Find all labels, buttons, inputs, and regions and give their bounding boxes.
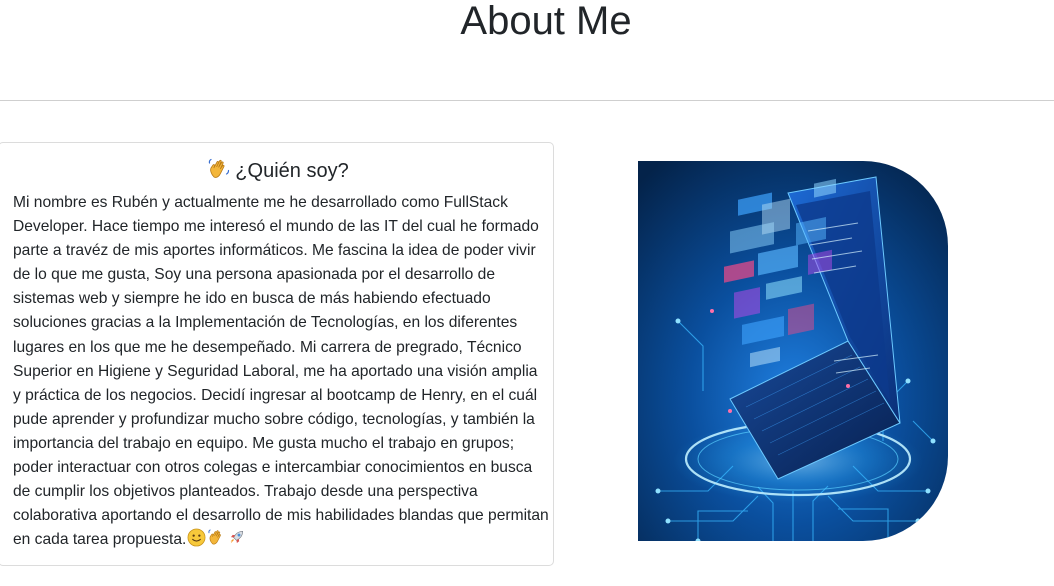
waving-hand-icon bbox=[209, 158, 230, 178]
page-title: About Me bbox=[460, 0, 632, 43]
about-card-heading: ¿Quién soy? bbox=[0, 156, 556, 186]
about-card-title: ¿Quién soy? bbox=[235, 160, 349, 182]
rocket-icon bbox=[230, 531, 244, 544]
smiling-face-icon bbox=[187, 528, 206, 547]
waving-hand-icon bbox=[208, 529, 222, 545]
about-card-body: Mi nombre es Rubén y actualmente me he d… bbox=[13, 191, 549, 552]
hero-image bbox=[638, 161, 948, 541]
about-page: About Me ¿Quién soy? Mi nombre es Rubén … bbox=[0, 0, 1054, 586]
laptop-with-holographic-data-icon bbox=[638, 161, 948, 541]
header-divider bbox=[0, 100, 1054, 101]
about-card-text: Mi nombre es Rubén y actualmente me he d… bbox=[13, 194, 549, 549]
